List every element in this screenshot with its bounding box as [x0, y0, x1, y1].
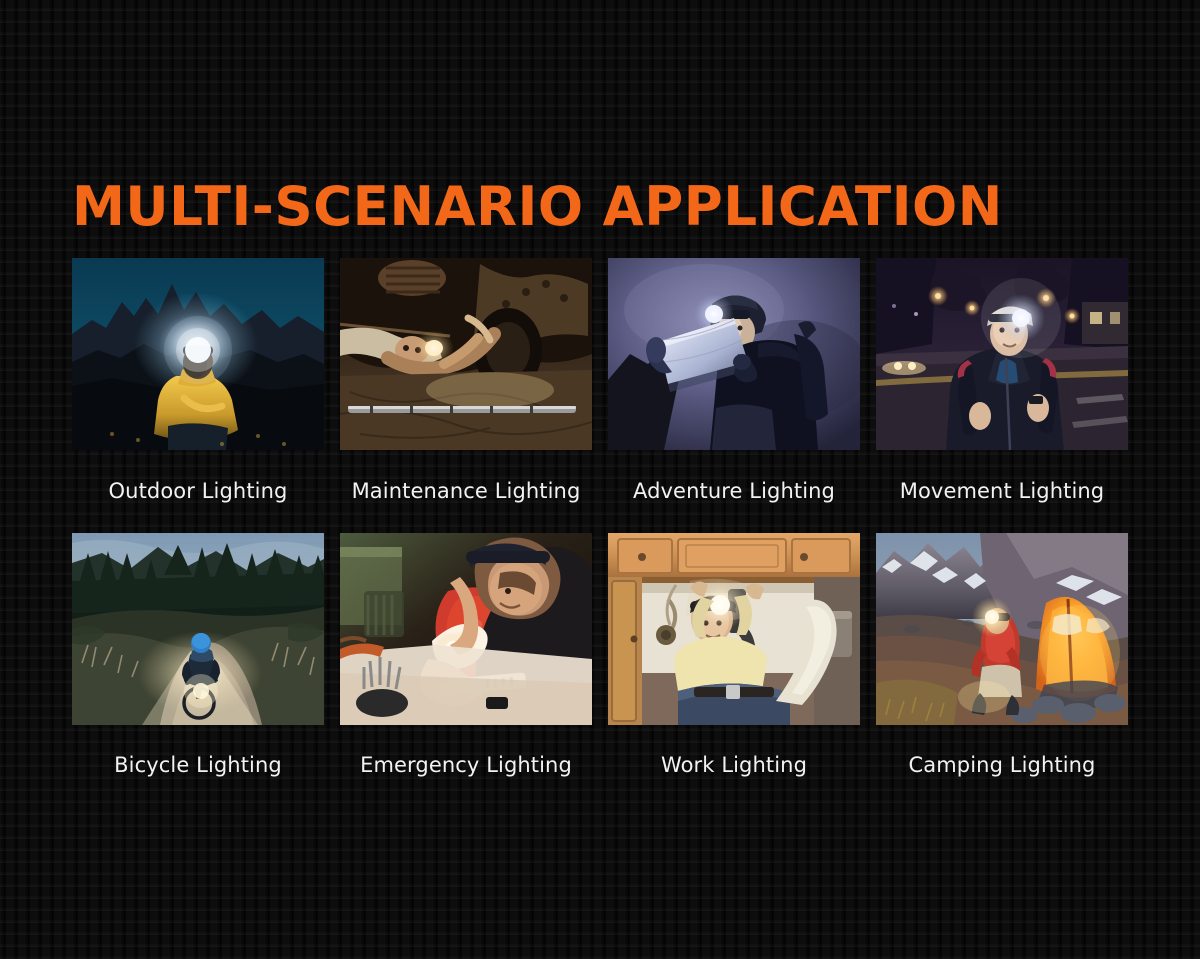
outdoor-lighting-illustration — [72, 258, 324, 450]
scenario-card-emergency[interactable]: Emergency Lighting — [340, 533, 592, 778]
scenario-label-bicycle: Bicycle Lighting — [114, 753, 282, 777]
work-lighting-illustration — [608, 533, 860, 725]
scenario-label-movement: Movement Lighting — [899, 479, 1105, 503]
scenario-image-movement — [876, 258, 1128, 450]
scenario-image-adventure — [608, 258, 860, 450]
scenario-image-work — [608, 533, 860, 725]
camping-lighting-illustration — [876, 533, 1128, 725]
scenario-card-work[interactable]: Work Lighting — [608, 533, 860, 778]
scenario-image-outdoor — [72, 258, 324, 450]
scenario-image-maintenance — [340, 258, 592, 450]
scenario-card-maintenance[interactable]: Maintenance Lighting — [340, 258, 592, 504]
scenario-label-camping: Camping Lighting — [908, 753, 1096, 777]
adventure-lighting-illustration — [608, 258, 860, 450]
scenario-card-movement[interactable]: Movement Lighting — [876, 258, 1128, 504]
scenario-label-outdoor: Outdoor Lighting — [108, 479, 288, 503]
scenario-card-adventure[interactable]: Adventure Lighting — [608, 258, 860, 504]
movement-lighting-illustration — [876, 258, 1128, 450]
scenario-label-work: Work Lighting — [660, 753, 808, 777]
scenario-label-adventure: Adventure Lighting — [633, 479, 835, 503]
scenario-grid: Outdoor Lighting Maintenance Lighting Ad… — [72, 258, 1130, 778]
scenario-label-maintenance: Maintenance Lighting — [351, 479, 581, 503]
scenario-image-emergency — [340, 533, 592, 725]
scenario-image-bicycle — [72, 533, 324, 725]
emergency-lighting-illustration — [340, 533, 592, 725]
page-title: MULTI-SCENARIO APPLICATION — [72, 175, 1003, 239]
maintenance-lighting-illustration — [340, 258, 592, 450]
page-root: MULTI-SCENARIO APPLICATION Outdoor Light… — [0, 0, 1200, 959]
scenario-card-camping[interactable]: Camping Lighting — [876, 533, 1128, 778]
scenario-card-outdoor[interactable]: Outdoor Lighting — [72, 258, 324, 504]
bicycle-lighting-illustration — [72, 533, 324, 725]
scenario-image-camping — [876, 533, 1128, 725]
scenario-card-bicycle[interactable]: Bicycle Lighting — [72, 533, 324, 778]
scenario-label-emergency: Emergency Lighting — [360, 753, 572, 777]
